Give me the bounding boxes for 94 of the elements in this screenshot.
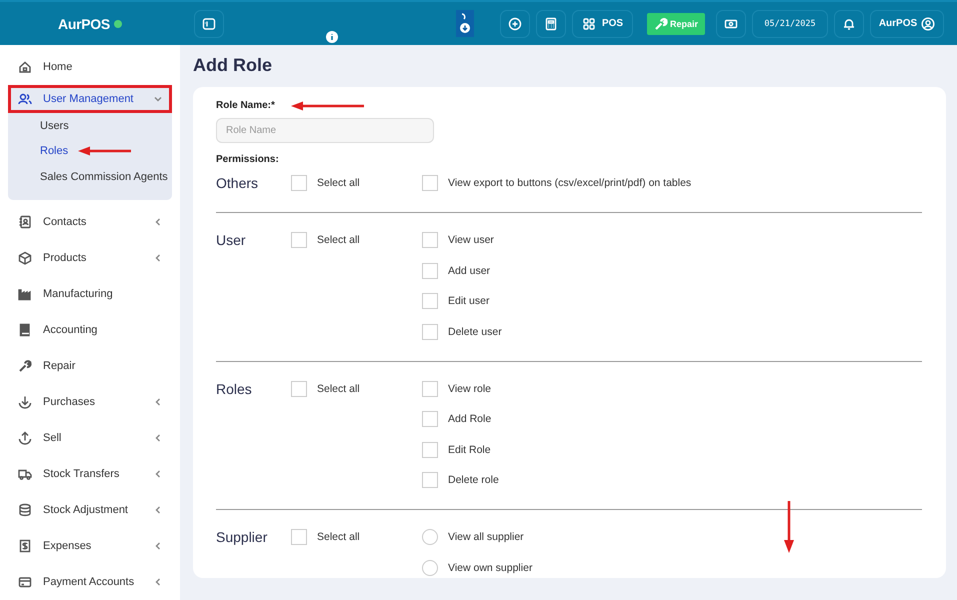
permission-group-title: Others (216, 174, 260, 191)
option-label: Edit user (448, 295, 490, 307)
option-label: Delete role (448, 474, 499, 486)
sidebar-item[interactable]: Repair (8, 348, 172, 384)
page-title: Add Role (193, 55, 273, 75)
option-label: Select all (317, 382, 360, 394)
checkbox[interactable] (422, 293, 438, 309)
upload-icon (18, 430, 32, 444)
chevron-left-icon (154, 398, 162, 406)
checkbox[interactable] (422, 262, 438, 278)
option-label: View all supplier (448, 531, 524, 543)
pos-button[interactable]: POS (572, 10, 633, 38)
submenu-item[interactable]: Sales Commission Agents (40, 170, 168, 183)
permission-group-title: Roles (216, 380, 253, 396)
sidebar-item[interactable]: Payment Accounts (8, 564, 172, 600)
sidebar-item[interactable]: Contacts (8, 204, 172, 240)
chevron-left-icon (154, 254, 162, 262)
option-label: Edit Role (448, 444, 491, 456)
radio-button[interactable] (422, 560, 438, 576)
sidebar-toggle-button[interactable] (194, 10, 224, 38)
submenu-item[interactable]: Users (40, 120, 69, 132)
notifications-button[interactable] (834, 10, 864, 38)
sidebar-item[interactable]: Expenses (8, 528, 172, 564)
calculator-icon (544, 16, 558, 30)
chevron-left-icon (154, 506, 162, 514)
annotation-arrow (783, 501, 795, 553)
home-icon (18, 60, 32, 74)
wrench-icon (654, 16, 668, 30)
checkbox[interactable] (422, 324, 438, 340)
users-icon (18, 92, 32, 106)
bell-icon (842, 16, 856, 30)
option-label: Add Role (448, 413, 492, 425)
role-name-field[interactable]: Role Name (216, 118, 434, 143)
section-label: Permissions: (216, 154, 280, 165)
plus-icon (508, 16, 522, 30)
sidebar-item[interactable]: Sell (8, 420, 172, 456)
radio-button[interactable] (422, 529, 438, 545)
checkbox[interactable] (422, 442, 438, 458)
factory-icon (18, 286, 32, 300)
sidebar-item[interactable]: Manufacturing (8, 276, 172, 312)
sidebar-item[interactable]: Stock Adjustment (8, 492, 172, 528)
option-label: Delete user (448, 326, 502, 338)
chevron-left-icon (154, 578, 162, 586)
chevron-left-icon (154, 470, 162, 478)
checkbox[interactable] (422, 175, 438, 191)
checkbox[interactable] (422, 232, 438, 248)
download-icon (460, 23, 470, 33)
database-icon (18, 502, 32, 516)
option-label: View user (448, 234, 494, 246)
grid-icon (582, 16, 596, 30)
card-icon (18, 574, 32, 588)
receipt-icon (18, 538, 32, 552)
option-label: View role (448, 382, 491, 394)
wrench-icon (18, 358, 32, 372)
cash-button[interactable] (716, 10, 746, 38)
field-label: Role Name:* (216, 100, 275, 111)
chevron-left-icon (154, 542, 162, 550)
sidebar-item[interactable]: User Management (8, 85, 172, 113)
sidebar-item[interactable]: Purchases (8, 384, 172, 420)
annotation-arrow (78, 146, 132, 156)
sidebar-item[interactable]: Products (8, 240, 172, 276)
option-label: Select all (317, 234, 360, 246)
option-label: View export to buttons (csv/excel/print/pdf) on tables (448, 177, 692, 189)
book-icon (18, 322, 32, 336)
checkbox[interactable] (291, 175, 307, 191)
permission-group-title: User (216, 231, 247, 248)
checkbox[interactable] (422, 380, 438, 396)
option-label: Select all (317, 177, 360, 189)
checkbox[interactable] (291, 529, 307, 545)
option-label: View own supplier (448, 562, 532, 574)
calculator-button[interactable] (536, 10, 566, 38)
chevron-down-icon (154, 95, 162, 103)
permission-group-title: Supplier (216, 528, 268, 545)
sidebar-item[interactable]: Accounting (8, 312, 172, 348)
option-label: Select all (317, 531, 360, 543)
brand-name: AurPOS (58, 16, 110, 32)
checkbox[interactable] (422, 472, 438, 488)
chevron-left-icon (154, 218, 162, 226)
checkbox[interactable] (422, 411, 438, 427)
date-button[interactable]: 05/21/2025 (752, 10, 828, 38)
checkbox[interactable] (291, 232, 307, 248)
contact-book-icon (18, 214, 32, 228)
panel-icon (202, 16, 216, 30)
sidebar-item[interactable]: Stock Transfers (8, 456, 172, 492)
user-circle-icon (921, 16, 936, 30)
submenu-item[interactable]: Roles (40, 145, 68, 158)
user-menu-button[interactable]: AurPOS (870, 10, 944, 38)
box-icon (18, 250, 32, 264)
sidebar-item[interactable]: Home (8, 49, 172, 85)
chevron-left-icon (154, 434, 162, 442)
add-button[interactable] (500, 10, 530, 38)
checkbox[interactable] (291, 380, 307, 396)
download-icon (18, 394, 32, 408)
option-label: Add user (448, 264, 490, 276)
